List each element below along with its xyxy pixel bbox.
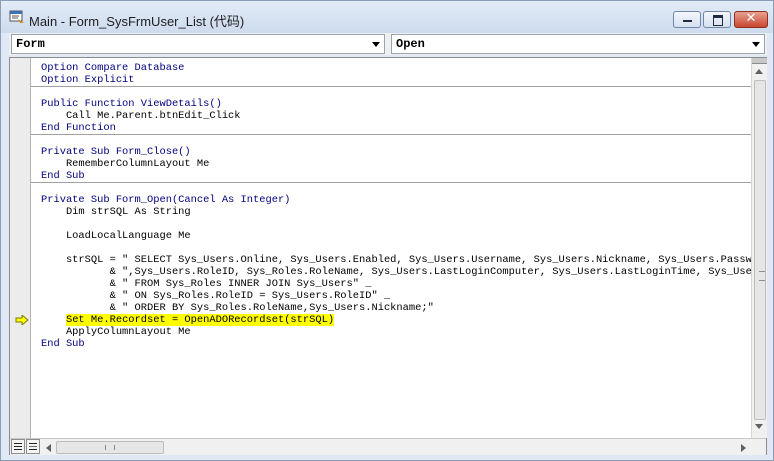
procedure-divider [31, 134, 751, 135]
grip-icon [759, 271, 765, 281]
object-combobox-value: Form [16, 37, 45, 51]
code-line[interactable]: & ",Sys_Users.RoleID, Sys_Roles.RoleName… [41, 266, 751, 278]
execution-highlight: Set Me.Recordset = OpenADORecordset(strS… [65, 314, 335, 326]
vba-module-icon [9, 10, 24, 23]
procedure-view-button[interactable] [11, 439, 25, 454]
code-line[interactable]: End Sub [41, 338, 85, 350]
close-icon: ✕ [745, 11, 757, 26]
code-pane[interactable]: Option Compare Database Option Explicit … [31, 58, 751, 438]
scroll-down-icon[interactable] [755, 424, 763, 429]
current-execution-line[interactable]: Set Me.Recordset = OpenADORecordset(strS… [41, 314, 335, 326]
procedure-divider [31, 86, 751, 87]
title-bar[interactable]: Main - Form_SysFrmUser_List (代码) ✕ [1, 1, 773, 33]
code-line[interactable]: Option Explicit [41, 74, 135, 86]
code-line[interactable]: Call Me.Parent.btnEdit_Click [41, 110, 241, 122]
code-line[interactable]: & " FROM Sys_Roles INNER JOIN Sys_Users"… [41, 278, 372, 290]
chevron-down-icon[interactable] [752, 42, 760, 47]
full-module-view-button[interactable] [26, 439, 40, 454]
code-line[interactable]: Public Function ViewDetails() [41, 98, 222, 110]
object-combobox[interactable]: Form [11, 34, 385, 54]
procedure-combobox[interactable]: Open [391, 34, 765, 54]
code-line[interactable]: & " ORDER BY Sys_Roles.RoleName,Sys_User… [41, 302, 434, 314]
code-line[interactable]: Private Sub Form_Close() [41, 146, 191, 158]
code-line[interactable]: RememberColumnLayout Me [41, 158, 209, 170]
horizontal-scroll-thumb[interactable] [56, 441, 164, 454]
code-line[interactable]: Dim strSQL As String [41, 206, 191, 218]
margin-indicator-bar[interactable] [10, 58, 31, 438]
vertical-scrollbar[interactable] [751, 58, 767, 438]
code-line[interactable]: ApplyColumnLayout Me [41, 326, 191, 338]
procedure-divider [31, 182, 751, 183]
code-line[interactable]: End Sub [41, 170, 85, 182]
vertical-scroll-thumb[interactable] [754, 80, 766, 420]
scroll-left-icon[interactable] [46, 444, 51, 452]
vba-code-window: Main - Form_SysFrmUser_List (代码) ✕ Form … [0, 0, 774, 461]
code-line[interactable]: & " ON Sys_Roles.RoleID = Sys_Users.Role… [41, 290, 391, 302]
scroll-right-icon[interactable] [741, 444, 746, 452]
scroll-up-icon[interactable] [755, 69, 763, 74]
grip-icon [105, 445, 115, 450]
code-editor: Option Compare Database Option Explicit … [9, 57, 767, 455]
window-title: Main - Form_SysFrmUser_List (代码) [29, 14, 245, 29]
split-handle[interactable] [752, 58, 767, 64]
minimize-button[interactable] [673, 11, 701, 28]
code-line[interactable]: Option Compare Database [41, 62, 184, 74]
code-line[interactable]: strSQL = " SELECT Sys_Users.Online, Sys_… [41, 254, 751, 266]
combo-bar: Form Open [9, 33, 767, 55]
maximize-icon [713, 15, 723, 26]
procedure-combobox-value: Open [396, 37, 425, 51]
bottom-bar [10, 438, 766, 455]
execution-arrow-icon [15, 315, 29, 325]
code-line[interactable]: Private Sub Form_Open(Cancel As Integer) [41, 194, 290, 206]
code-line[interactable]: LoadLocalLanguage Me [41, 230, 191, 242]
close-button[interactable]: ✕ [734, 11, 768, 28]
code-line[interactable]: End Function [41, 122, 116, 134]
minimize-icon [683, 20, 692, 22]
chevron-down-icon[interactable] [372, 42, 380, 47]
maximize-button[interactable] [703, 11, 731, 28]
